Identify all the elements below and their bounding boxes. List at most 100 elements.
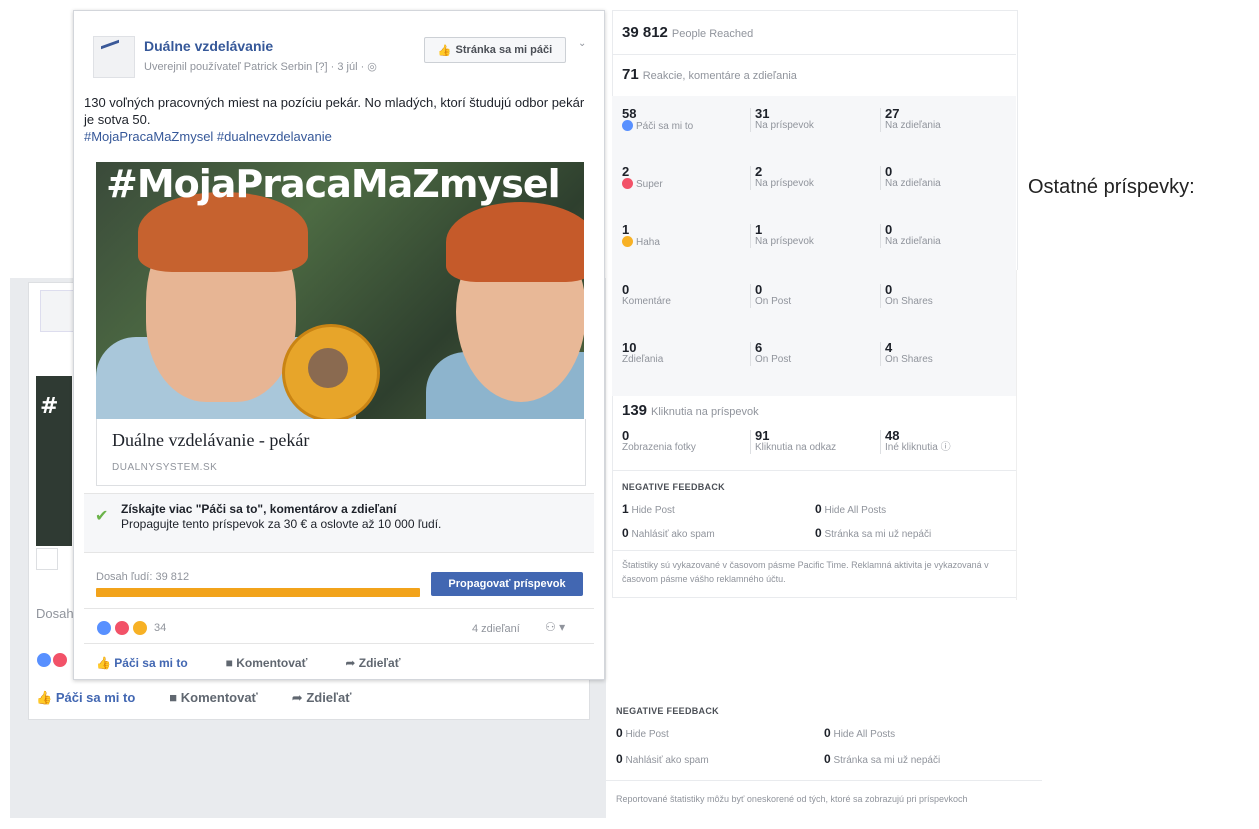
negative-feedback-title: NEGATIVE FEEDBACK [622,482,725,492]
haha-on-post-label: Na príspevok [755,236,814,247]
comment-label: Komentovať [236,656,308,670]
shares-on-shares-label: On Shares [885,354,933,365]
engagement-summary: 71 Reakcie, komentáre a zdieľania [622,66,797,83]
boost-post-button[interactable]: Propagovať príspevok [431,572,583,596]
link-title[interactable]: Duálne vzdelávanie - pekár [112,430,309,451]
love-on-shares-value: 0 [885,164,893,179]
comments-on-post-value: 0 [755,282,763,297]
divider [612,54,1016,55]
love-on-shares-label: Na zdieľania [885,178,941,189]
thumb-icon: 👍 [96,656,115,670]
shares-label: Zdieľania [622,354,664,365]
lower-delay-note: Reportované štatistiky môžu byť oneskore… [616,794,968,804]
comments-on-post-label: On Post [755,296,792,307]
link-domain: DUALNYSYSTEM.SK [112,462,218,473]
comments-total-value: 0 [622,282,630,297]
shares-count[interactable]: 4 zdieľaní [472,623,520,635]
reactions-summary[interactable]: 34 [96,620,166,636]
back-like-button[interactable]: 👍 Páči sa mi to [36,690,135,706]
back-comment-button[interactable]: ■ Komentovať [169,690,258,706]
comments-on-shares-label: On Shares [885,296,933,307]
haha-reaction-icon [622,236,633,247]
thumb-icon: 👍 [437,44,452,57]
unlike-page-stat: 0 Stránka sa mi už nepáči [815,526,931,540]
other-clicks: 48 Iné kliknutia ⓘ [880,429,951,454]
hide-post-stat: 1 Hide Post [622,502,675,516]
back-share-button[interactable]: ➦ Zdieľať [292,690,352,706]
promo-subtitle: Propagujte tento príspevok za 30 € a osl… [121,517,442,531]
love-total-value: 2 [622,164,630,179]
love-label: Super [636,179,663,190]
comment-button[interactable]: ■ Komentovať [226,656,308,670]
love-on-shares: 0 Na zdieľania [880,164,941,190]
love-reaction-icon [114,620,130,636]
love-total: 2 Super [622,164,663,191]
shares-total-value: 10 [622,340,637,355]
love-on-post: 2 Na príspevok [750,164,814,190]
lower-negative-feedback-title: NEGATIVE FEEDBACK [616,706,719,716]
haha-total: 1 Haha [622,223,660,249]
photo-views-label: Zobrazenia fotky [622,442,696,453]
other-clicks-label: Iné kliknutia ⓘ [885,442,951,453]
like-reaction-icon [622,120,633,131]
like-page-button[interactable]: 👍 Stránka sa mi páči [424,37,566,63]
panel-edge [1016,270,1043,600]
divider [612,470,1016,471]
unlike-label: Stránka sa mi už nepáči [824,529,932,540]
likes-on-post-value: 31 [755,106,770,121]
haha-on-shares-value: 0 [885,222,893,237]
shares-on-shares: 4 On Shares [880,340,933,366]
comments-label: Komentáre [622,296,671,307]
haha-label: Haha [636,237,660,248]
comment-icon: ■ [169,690,181,705]
chevron-down-icon[interactable]: ⌄ [578,38,586,49]
post-hashtags[interactable]: #MojaPracaMaZmysel #dualnevzdelavanie [84,129,332,144]
post-image[interactable]: #MojaPracaMaZmysel [96,162,584,419]
shares-on-post: 6 On Post [750,340,791,366]
lower-hide-all-stat: 0 Hide All Posts [824,726,895,740]
photo-views-value: 0 [622,428,630,443]
unlike-value: 0 [815,526,822,540]
comments-on-shares-value: 0 [885,282,893,297]
shares-on-post-value: 6 [755,340,763,355]
audience-dropdown-icon[interactable]: ⚇ ▾ [545,620,565,634]
likes-on-post: 31 Na príspevok [750,106,814,132]
image-cheese-center [308,348,348,388]
divider [612,550,1016,551]
back-image-text: # [40,394,59,419]
link-clicks: 91 Kliknutia na odkaz [750,429,837,454]
haha-on-post-value: 1 [755,222,763,237]
like-reaction-icon [36,652,52,668]
love-on-post-value: 2 [755,164,763,179]
promo-title: Získajte viac "Páči sa to", komentárov a… [121,502,397,516]
likes-on-shares-label: Na zdieľania [885,120,941,131]
comment-icon: ■ [225,656,237,670]
like-button[interactable]: 👍 Páči sa mi to [96,656,188,670]
post-clicks: 139 Kliknutia na príspevok [622,402,759,419]
lower-hide-post-stat: 0 Hide Post [616,726,669,740]
lower-hide-all-label: Hide All Posts [833,729,896,740]
page-logo[interactable] [93,36,135,78]
post-clicks-label: Kliknutia na príspevok [651,406,759,418]
hide-all-value: 0 [815,502,822,516]
report-spam-stat: 0 Nahlásiť ako spam [622,526,715,540]
shares-on-shares-value: 4 [885,340,893,355]
likes-total: 58 Páči sa mi to [622,106,693,133]
photo-views: 0 Zobrazenia fotky [622,428,696,454]
back-share-label: Zdieľať [306,690,352,705]
haha-on-post: 1 Na príspevok [750,222,814,248]
page-name-link[interactable]: Duálne vzdelávanie [144,38,273,54]
hide-post-label: Hide Post [631,505,675,516]
link-clicks-label: Kliknutia na odkaz [755,442,837,453]
reaction-count: 34 [154,622,167,634]
like-reaction-icon [96,620,112,636]
check-icon: ✔ [95,508,109,525]
love-reaction-icon [622,178,633,189]
back-reach-label: Dosah [36,606,74,621]
spam-label: Nahlásiť ako spam [631,529,715,540]
share-button[interactable]: ➦ Zdieľať [345,656,400,670]
people-reached-value: 39 812 [622,24,668,41]
image-headline: #MojaPracaMaZmysel [106,162,561,206]
likes-total-value: 58 [622,106,637,121]
engagement-value: 71 [622,66,639,83]
